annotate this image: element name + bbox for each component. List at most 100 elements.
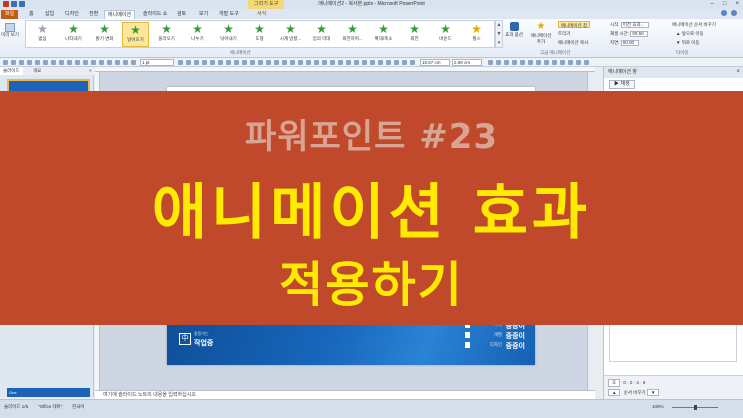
toolbar-icon[interactable] (107, 60, 112, 65)
toolbar-icon[interactable] (520, 60, 525, 65)
toolbar-icon[interactable] (19, 60, 24, 65)
toolbar-icon[interactable] (186, 60, 191, 65)
toolbar-icon[interactable] (178, 60, 183, 65)
tab-animations[interactable]: 애니메이션 (104, 10, 136, 19)
toolbar-icon[interactable] (544, 60, 549, 65)
toolbar-icon[interactable] (266, 60, 271, 65)
toolbar-icon[interactable] (218, 60, 223, 65)
toolbar-icon[interactable] (226, 60, 231, 65)
toolbar-icon[interactable] (51, 60, 56, 65)
toolbar-icon[interactable] (290, 60, 295, 65)
animation-effect-2[interactable]: ★ 밝기 변화 (91, 22, 118, 47)
tab-format[interactable]: 서식 (254, 10, 269, 19)
animation-effect-12[interactable]: ★ 회전 (401, 22, 428, 47)
animation-effect-13[interactable]: ★ 바운드 (432, 22, 459, 47)
toolbar-icon[interactable] (386, 60, 391, 65)
animation-painter-button[interactable]: 애니메이션 복사 (558, 39, 588, 46)
toolbar-icon[interactable] (584, 60, 589, 65)
toolbar-icon[interactable] (123, 60, 128, 65)
toolbar-icon[interactable] (378, 60, 383, 65)
tab-developer[interactable]: 개발 도구 (216, 10, 242, 19)
toolbar-icon[interactable] (306, 60, 311, 65)
toolbar-icon[interactable] (298, 60, 303, 65)
toolbar-icon[interactable] (282, 60, 287, 65)
animation-effect-8[interactable]: ★ 시계 방향... (277, 22, 304, 47)
toolbar-icon[interactable] (402, 60, 407, 65)
toolbar-icon[interactable] (250, 60, 255, 65)
move-earlier-button[interactable]: ▲ 앞으로 이동 (676, 30, 704, 37)
move-later-button[interactable]: ▼ 뒤로 이동 (676, 39, 700, 46)
toolbar-icon[interactable] (234, 60, 239, 65)
toolbar-icon[interactable] (35, 60, 40, 65)
toolbar-icon[interactable] (314, 60, 319, 65)
line-weight-select[interactable]: 1 pt (140, 59, 174, 66)
toolbar-icon[interactable] (568, 60, 573, 65)
toolbar-icon[interactable] (362, 60, 367, 65)
toolbar-icon[interactable] (536, 60, 541, 65)
toolbar-icon[interactable] (3, 60, 8, 65)
toolbar-icon[interactable] (43, 60, 48, 65)
toolbar-icon[interactable] (83, 60, 88, 65)
move-down-button[interactable]: ▼ (646, 389, 660, 396)
tab-slides[interactable]: 슬라이드 (0, 67, 23, 75)
toolbar-icon[interactable] (576, 60, 581, 65)
toolbar-icon[interactable] (552, 60, 557, 65)
animation-effect-0[interactable]: ★ 없음 (29, 22, 56, 47)
start-select[interactable]: 이전 효과... (620, 21, 649, 28)
toolbar-icon[interactable] (274, 60, 279, 65)
animation-effect-9[interactable]: ★ 임의 막대 (308, 22, 335, 47)
toolbar-icon[interactable] (410, 60, 415, 65)
close-icon[interactable]: × (86, 67, 95, 75)
minimize-button[interactable]: – (711, 0, 714, 9)
move-up-button[interactable]: ▲ (608, 389, 621, 396)
toolbar-icon[interactable] (370, 60, 375, 65)
toolbar-icon[interactable] (488, 60, 493, 65)
animation-effect-6[interactable]: ★ 닦아내기 (215, 22, 242, 47)
toolbar-icon[interactable] (512, 60, 517, 65)
toolbar-icon[interactable] (202, 60, 207, 65)
toolbar-icon[interactable] (27, 60, 32, 65)
toolbar-icon[interactable] (560, 60, 565, 65)
tab-file[interactable]: 파일 (1, 10, 19, 19)
zoom-level[interactable]: 100% (652, 404, 664, 409)
maximize-button[interactable]: □ (723, 0, 727, 9)
tab-insert[interactable]: 삽입 (42, 10, 57, 19)
toolbar-icon[interactable] (258, 60, 263, 65)
toolbar-icon[interactable] (75, 60, 80, 65)
tab-home[interactable]: 홈 (26, 10, 37, 19)
animation-pane-button[interactable]: 애니메이션 창 (558, 21, 591, 28)
animation-effect-11[interactable]: ★ 확대/축소 (370, 22, 397, 47)
shape-width-input[interactable]: 2.69 cm (452, 59, 482, 66)
tab-outline[interactable]: 개요 (30, 67, 44, 75)
toolbar-icon[interactable] (131, 60, 136, 65)
add-animation-button[interactable]: ★ 애니메이션 추가 (528, 21, 554, 45)
shape-height-input[interactable]: 10.67 cm (420, 59, 450, 66)
toolbar-icon[interactable] (354, 60, 359, 65)
toolbar-icon[interactable] (528, 60, 533, 65)
tab-design[interactable]: 디자인 (62, 10, 82, 19)
toolbar-icon[interactable] (242, 60, 247, 65)
language-indicator[interactable]: 한국어 (72, 404, 84, 410)
effect-options-button[interactable]: 효과 옵션 (504, 21, 524, 51)
preview-button[interactable]: 미리 보기 (1, 21, 19, 53)
toolbar-icon[interactable] (346, 60, 351, 65)
minimize-ribbon-icon[interactable] (721, 10, 727, 16)
seconds-button[interactable]: 초 (608, 379, 621, 387)
animation-effect-3[interactable]: ★ 날아오기 (122, 22, 149, 47)
animation-effect-14[interactable]: ★ 펄스 (463, 22, 490, 47)
play-button[interactable]: ▶ 재생 (609, 80, 635, 89)
toolbar-icon[interactable] (330, 60, 335, 65)
animation-effect-1[interactable]: ★ 나타내기 (60, 22, 87, 47)
animation-effect-4[interactable]: ★ 올라오기 (153, 22, 180, 47)
toolbar-icon[interactable] (91, 60, 96, 65)
close-button[interactable]: × (735, 0, 739, 9)
toolbar-icon[interactable] (67, 60, 72, 65)
toolbar-icon[interactable] (194, 60, 199, 65)
slide-thumbnail[interactable]: One (7, 388, 90, 397)
toolbar-icon[interactable] (11, 60, 16, 65)
toolbar-icon[interactable] (338, 60, 343, 65)
toolbar-icon[interactable] (504, 60, 509, 65)
zoom-slider-thumb[interactable] (694, 405, 697, 410)
tab-transitions[interactable]: 전환 (86, 10, 101, 19)
notes-pane[interactable]: 여기에 슬라이드 노트의 내용을 입력하십시오 (95, 390, 595, 399)
